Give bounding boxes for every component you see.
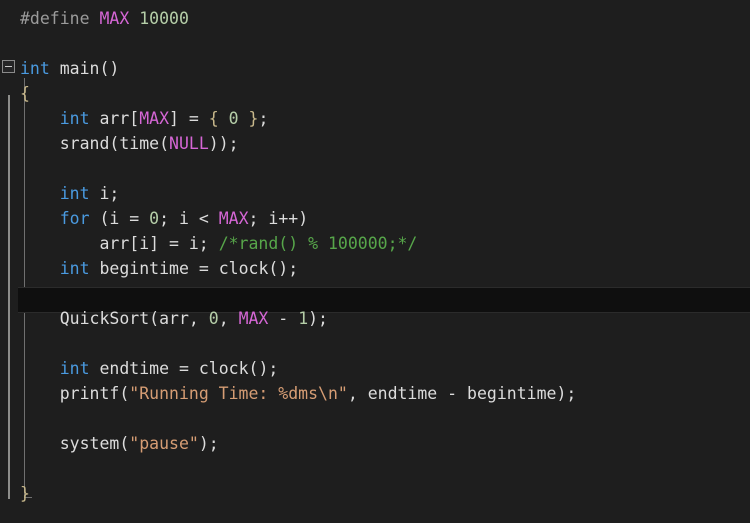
code-line[interactable]: } [0, 481, 750, 506]
token-macro: MAX [99, 9, 130, 28]
code-line[interactable] [0, 31, 750, 56]
code-line[interactable]: int i; [0, 181, 750, 206]
code-line-current[interactable]: int begintime = clock(); [0, 256, 750, 281]
token-comment: /*rand() % 100000;*/ [218, 234, 418, 253]
code-line[interactable] [0, 156, 750, 181]
token-brace: { [20, 84, 30, 103]
token-number: 1 [298, 309, 309, 328]
token-string: "pause" [129, 434, 199, 453]
token-number: 0 [228, 109, 239, 128]
code-surface[interactable]: #define MAX 10000 int main(){ int arr[MA… [0, 0, 750, 506]
code-line[interactable] [0, 331, 750, 356]
token-identifier: i; [89, 184, 120, 203]
token-identifier: ); [198, 434, 219, 453]
token-number: 0 [208, 309, 219, 328]
token-identifier: QuickSort(arr, [20, 309, 209, 328]
code-line[interactable]: QuickSort(arr, 0, MAX - 1); [0, 306, 750, 331]
token-brace: } [20, 484, 30, 503]
token-identifier: ] = [169, 109, 209, 128]
token-identifier: endtime = clock(); [89, 359, 279, 378]
token-brace: { [208, 109, 219, 128]
code-line[interactable]: #define MAX 10000 [0, 6, 750, 31]
code-line[interactable] [0, 281, 750, 306]
token-keyword: for [59, 209, 90, 228]
token-identifier: ; i++) [248, 209, 309, 228]
code-line[interactable]: int main() [0, 56, 750, 81]
token-macro: NULL [169, 134, 209, 153]
token-identifier: ); [308, 309, 328, 328]
token-identifier: arr[ [89, 109, 140, 128]
code-line[interactable]: int endtime = clock(); [0, 356, 750, 381]
token-keyword: int [59, 359, 90, 378]
code-line[interactable]: printf("Running Time: %dms\n", endtime -… [0, 381, 750, 406]
token-identifier: , endtime - begintime); [347, 384, 577, 403]
token-number: 10000 [139, 9, 189, 28]
token-keyword: int [59, 109, 90, 128]
code-line[interactable]: for (i = 0; i < MAX; i++) [0, 206, 750, 231]
code-line[interactable]: srand(time(NULL)); [0, 131, 750, 156]
token-identifier: )); [208, 134, 239, 153]
token-keyword: int [59, 259, 90, 278]
token-identifier: printf( [20, 384, 130, 403]
token-macro: MAX [139, 109, 170, 128]
token-identifier: - [268, 309, 299, 328]
token-brace: } [248, 109, 259, 128]
code-editor[interactable]: #define MAX 10000 int main(){ int arr[MA… [0, 0, 750, 523]
code-line[interactable]: arr[i] = i; /*rand() % 100000;*/ [0, 231, 750, 256]
token-identifier: ; [258, 109, 269, 128]
token-identifier: main() [49, 59, 120, 78]
token-macro: MAX [218, 209, 249, 228]
code-line[interactable]: system("pause"); [0, 431, 750, 456]
token-identifier: , [218, 309, 239, 328]
token-string: "Running Time: %dms\n" [129, 384, 348, 403]
code-line[interactable]: int arr[MAX] = { 0 }; [0, 106, 750, 131]
token-identifier: (i = [89, 209, 150, 228]
token-keyword: int [20, 59, 50, 78]
token-preprocessor: #define [20, 9, 100, 28]
token-identifier: arr[i] = i; [20, 234, 219, 253]
token-keyword: int [59, 184, 90, 203]
token-identifier: system( [20, 434, 130, 453]
token-identifier: ; i < [159, 209, 219, 228]
token-macro: MAX [238, 309, 269, 328]
code-line[interactable] [0, 406, 750, 431]
code-line[interactable]: { [0, 81, 750, 106]
code-line[interactable] [0, 456, 750, 481]
token-identifier: begintime = clock(); [89, 259, 299, 278]
token-identifier: srand(time( [20, 134, 170, 153]
token-number: 0 [149, 209, 160, 228]
